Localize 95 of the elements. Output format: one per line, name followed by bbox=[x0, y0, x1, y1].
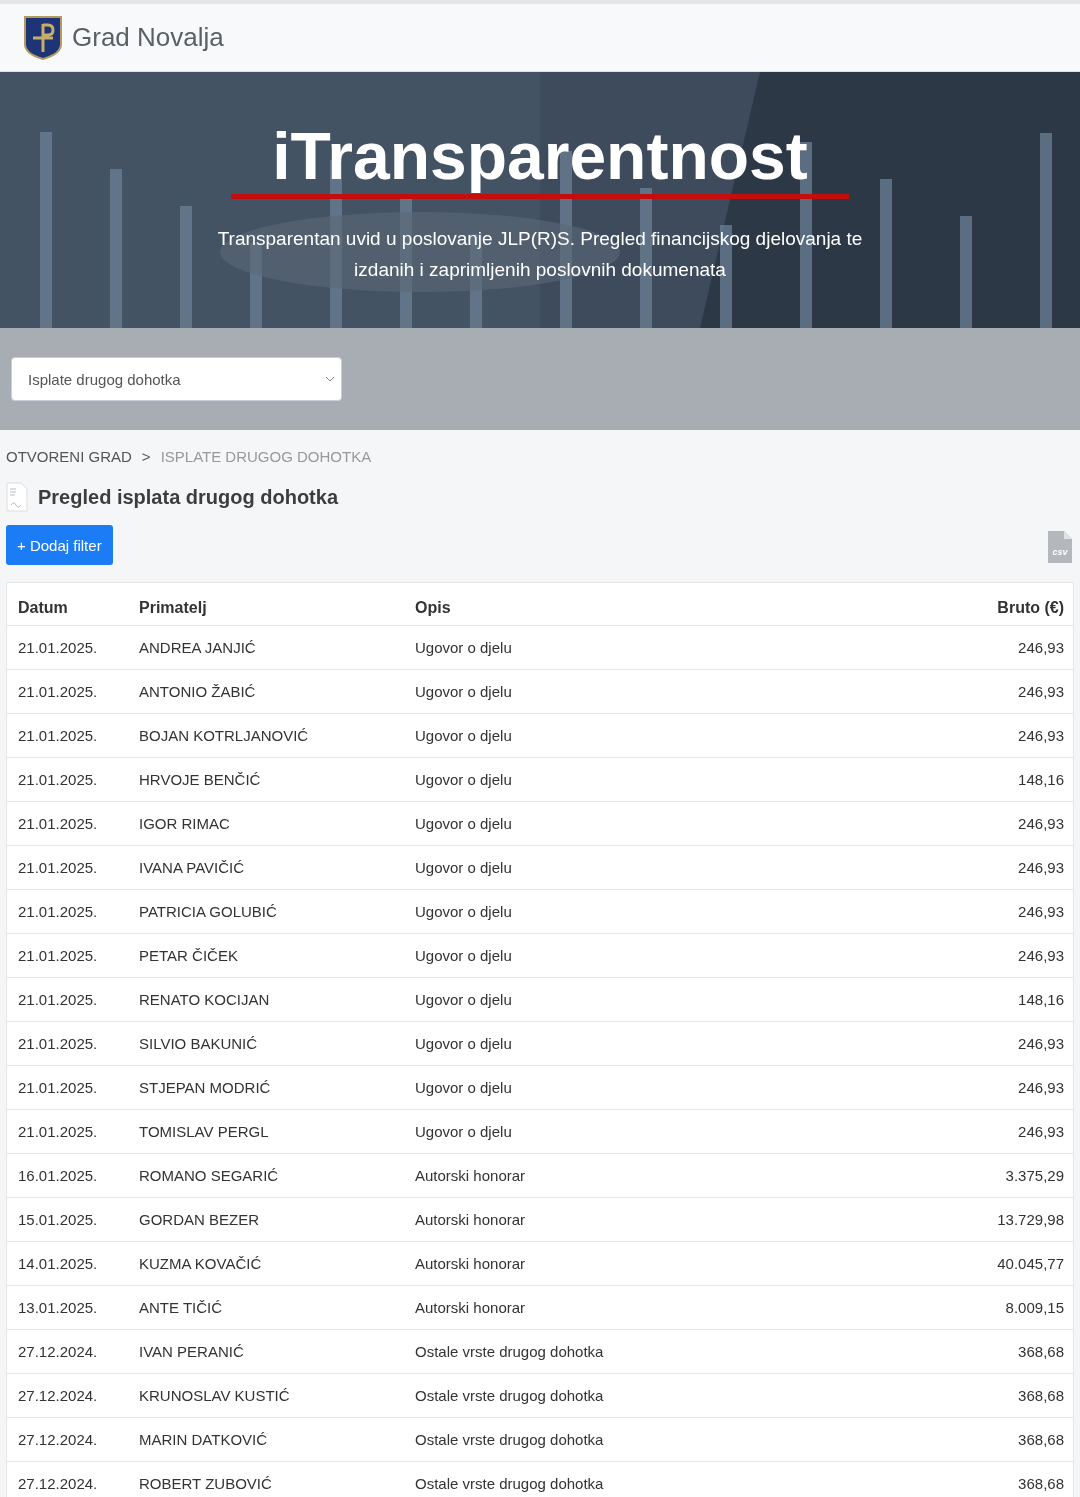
table-cell-text: ROBERT ZUBOVIĆ bbox=[138, 1475, 273, 1492]
table-cell-text: IGOR RIMAC bbox=[138, 815, 231, 832]
page-title: Pregled isplata drugog dohotka bbox=[38, 485, 339, 509]
table-cell-text: ANTONIO ŽABIĆ bbox=[138, 683, 257, 700]
table-cell-text: PATRICIA GOLUBIĆ bbox=[138, 903, 278, 920]
column-header[interactable]: Datum bbox=[7, 599, 128, 617]
category-select[interactable]: Isplate drugog dohotka bbox=[11, 357, 342, 401]
column-header[interactable]: Primatelj bbox=[128, 599, 404, 617]
table-cell-text: IVANA PAVIČIĆ bbox=[138, 859, 246, 876]
hero-subtitle: Transparentan uvid u poslovanje JLP(R)S. Pregled financijskog djelovanja te izdanih i zaprimljenih poslovnih dokumenata bbox=[216, 227, 864, 282]
table-cell-text: 21.01.2025. bbox=[17, 771, 99, 788]
site-title[interactable]: Grad Novalja bbox=[72, 22, 224, 53]
table-cell-text: 368,68 bbox=[1017, 1387, 1065, 1404]
table-cell-text: 21.01.2025. bbox=[17, 859, 99, 876]
table-cell-text: ANTE TIČIĆ bbox=[138, 1299, 224, 1316]
table-cell-text: Ugovor o djelu bbox=[414, 727, 513, 744]
table-cell-text: 21.01.2025. bbox=[17, 1079, 99, 1096]
table-cell-text: Ugovor o djelu bbox=[414, 1035, 513, 1052]
table-cell-text: 21.01.2025. bbox=[17, 947, 99, 964]
table-cell-text: 246,93 bbox=[1017, 1035, 1065, 1052]
table-cell-text: RENATO KOCIJAN bbox=[138, 991, 271, 1008]
table-cell-text: BOJAN KOTRLJANOVIĆ bbox=[138, 727, 310, 744]
table-cell-text: 246,93 bbox=[1017, 639, 1065, 656]
table-cell-text: 21.01.2025. bbox=[17, 1123, 99, 1140]
table-cell-text: Ugovor o djelu bbox=[414, 947, 513, 964]
table-cell-text: Ostale vrste drugog dohotka bbox=[414, 1431, 605, 1448]
table-cell-text: Ugovor o djelu bbox=[414, 903, 513, 920]
table-cell-text: 368,68 bbox=[1017, 1343, 1065, 1360]
table-cell-text: 27.12.2024. bbox=[17, 1343, 99, 1360]
table-cell-text: 148,16 bbox=[1017, 991, 1065, 1008]
table-cell-text: Ugovor o djelu bbox=[414, 771, 513, 788]
table-cell-text: STJEPAN MODRIĆ bbox=[138, 1079, 272, 1096]
table-cell-text: Autorski honorar bbox=[414, 1255, 527, 1272]
table-cell-text: PETAR ČIČEK bbox=[138, 947, 239, 964]
table-cell-text: Ugovor o djelu bbox=[414, 815, 513, 832]
table-cell-text: 246,93 bbox=[1017, 815, 1065, 832]
shield-logo-icon[interactable] bbox=[24, 15, 62, 60]
table-cell-text: ROMANO SEGARIĆ bbox=[138, 1167, 280, 1184]
table-cell-text: 27.12.2024. bbox=[17, 1387, 99, 1404]
table-cell-text: TOMISLAV PERGL bbox=[138, 1123, 270, 1140]
table-cell-text: Autorski honorar bbox=[414, 1299, 527, 1316]
breadcrumb-item[interactable]: OTVORENI GRAD bbox=[6, 448, 132, 465]
table-cell-text: 21.01.2025. bbox=[17, 903, 99, 920]
table-cell-text: 13.01.2025. bbox=[17, 1299, 99, 1316]
table-cell-text: KRUNOSLAV KUSTIĆ bbox=[138, 1387, 291, 1404]
table-cell-text: Autorski honorar bbox=[414, 1167, 527, 1184]
table-cell-text: 21.01.2025. bbox=[17, 991, 99, 1008]
table-cell-text: ANDREA JANJIĆ bbox=[138, 639, 257, 656]
table-cell-text: Ostale vrste drugog dohotka bbox=[414, 1387, 605, 1404]
table-cell-text: 40.045,77 bbox=[996, 1255, 1065, 1272]
table-cell-text: 246,93 bbox=[1017, 1079, 1065, 1096]
table-cell-text: 21.01.2025. bbox=[17, 1035, 99, 1052]
table-cell-text: 246,93 bbox=[1017, 683, 1065, 700]
column-header[interactable]: Bruto (€) bbox=[873, 599, 1073, 617]
table-cell-text: 148,16 bbox=[1017, 771, 1065, 788]
table-cell-text: 13.729,98 bbox=[996, 1211, 1065, 1228]
table-cell-text: 368,68 bbox=[1017, 1431, 1065, 1448]
table-cell-text: 246,93 bbox=[1017, 1123, 1065, 1140]
table-cell-text: Ugovor o djelu bbox=[414, 991, 513, 1008]
table-cell-text: 21.01.2025. bbox=[17, 639, 99, 656]
table-cell-text: 3.375,29 bbox=[1004, 1167, 1065, 1184]
table-cell-text: Ugovor o djelu bbox=[414, 639, 513, 656]
table-cell-text: 14.01.2025. bbox=[17, 1255, 99, 1272]
table-cell-text: 16.01.2025. bbox=[17, 1167, 99, 1184]
table-cell-text: 27.12.2024. bbox=[17, 1475, 99, 1492]
table-cell-text: 21.01.2025. bbox=[17, 815, 99, 832]
table-cell-text: Ostale vrste drugog dohotka bbox=[414, 1343, 605, 1360]
table-cell-text: 8.009,15 bbox=[1004, 1299, 1065, 1316]
table-cell-text: Ugovor o djelu bbox=[414, 1079, 513, 1096]
table-cell-text: 246,93 bbox=[1017, 859, 1065, 876]
table-cell-text: Ugovor o djelu bbox=[414, 683, 513, 700]
table-cell-text: Ugovor o djelu bbox=[414, 1123, 513, 1140]
hero-title: iTransparentnost bbox=[272, 118, 808, 194]
document-icon bbox=[6, 482, 28, 512]
table-cell-text: IVAN PERANIĆ bbox=[138, 1343, 245, 1360]
table-cell-text: Autorski honorar bbox=[414, 1211, 527, 1228]
table-cell-text: KUZMA KOVAČIĆ bbox=[138, 1255, 263, 1272]
breadcrumb-separator: > bbox=[141, 448, 151, 465]
table-cell-text: 27.12.2024. bbox=[17, 1431, 99, 1448]
chevron-down-icon bbox=[325, 376, 335, 382]
table-cell-text: SILVIO BAKUNIĆ bbox=[138, 1035, 259, 1052]
table-cell-text: 246,93 bbox=[1017, 903, 1065, 920]
table-cell-text: 21.01.2025. bbox=[17, 683, 99, 700]
table-cell-text: GORDAN BEZER bbox=[138, 1211, 260, 1228]
table-cell-text: Ostale vrste drugog dohotka bbox=[414, 1475, 605, 1492]
table-cell-text: 21.01.2025. bbox=[17, 727, 99, 744]
table-cell-text: HRVOJE BENČIĆ bbox=[138, 771, 262, 788]
add-filter-button[interactable]: + Dodaj filter bbox=[6, 525, 113, 565]
table-cell-text: 15.01.2025. bbox=[17, 1211, 99, 1228]
table-cell-text: 246,93 bbox=[1017, 727, 1065, 744]
table-cell-text: 368,68 bbox=[1017, 1475, 1065, 1492]
table-cell-text: Ugovor o djelu bbox=[414, 859, 513, 876]
table-cell-text: MARIN DATKOVIĆ bbox=[138, 1431, 269, 1448]
column-header[interactable]: Opis bbox=[404, 599, 873, 617]
table-cell-text: 246,93 bbox=[1017, 947, 1065, 964]
